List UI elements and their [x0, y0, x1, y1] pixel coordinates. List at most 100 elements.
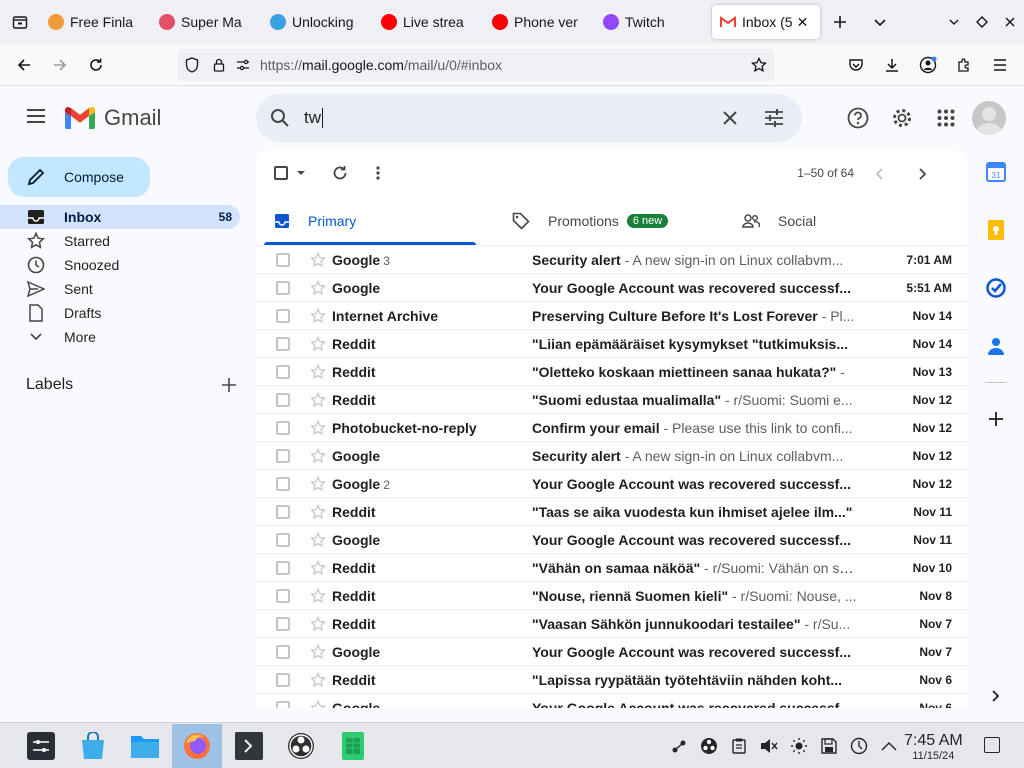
- tab-inbox-active[interactable]: Inbox (5 ✕: [712, 5, 820, 39]
- main-menu-button[interactable]: [20, 100, 52, 132]
- kde-connect-icon[interactable]: [668, 735, 690, 757]
- browser-tab[interactable]: Super Ma: [151, 5, 262, 39]
- clipboard-icon[interactable]: [728, 735, 750, 757]
- email-row[interactable]: Reddit "Suomi edustaa mualimalla" - r/Suo…: [256, 386, 968, 414]
- tab-promotions[interactable]: Promotions 6 new: [494, 196, 724, 245]
- forward-button[interactable]: [42, 47, 78, 83]
- digital-clock[interactable]: 7:45 AM 11/15/24: [904, 732, 963, 762]
- more-actions-button[interactable]: [376, 157, 380, 189]
- email-row[interactable]: Google Your Google Account was recovered …: [256, 694, 968, 708]
- reload-button[interactable]: [78, 47, 114, 83]
- pocket-button[interactable]: [838, 47, 874, 83]
- support-button[interactable]: [838, 100, 878, 136]
- star-icon[interactable]: [310, 671, 328, 688]
- star-icon[interactable]: [310, 419, 328, 436]
- star-icon[interactable]: [310, 643, 328, 660]
- email-row[interactable]: Google Your Google Account was recovered …: [256, 526, 968, 554]
- email-row[interactable]: Google Your Google Account was recovered …: [256, 638, 968, 666]
- get-addons-button[interactable]: [976, 397, 1016, 441]
- star-icon[interactable]: [310, 307, 328, 324]
- email-row[interactable]: Internet Archive Preserving Culture Befor…: [256, 302, 968, 330]
- row-checkbox[interactable]: [276, 560, 290, 575]
- address-bar[interactable]: https://mail.google.com/mail/u/0/#inbox: [178, 49, 774, 81]
- gmail-logo[interactable]: Gmail: [64, 105, 161, 131]
- account-button[interactable]: [910, 47, 946, 83]
- email-row[interactable]: Google 3 Security alert - A new sign-in on…: [256, 246, 968, 274]
- sidebar-item-inbox[interactable]: Inbox 58: [0, 205, 240, 229]
- shield-icon[interactable]: [178, 57, 206, 73]
- show-side-panel-button[interactable]: [976, 674, 1016, 718]
- browser-tab[interactable]: Live strea: [373, 5, 484, 39]
- account-avatar[interactable]: [972, 101, 1006, 135]
- tab-primary[interactable]: Primary: [256, 196, 494, 245]
- spreadsheet-button[interactable]: [328, 724, 378, 768]
- row-checkbox[interactable]: [276, 616, 290, 631]
- star-icon[interactable]: [310, 279, 328, 296]
- obs-tray-icon[interactable]: [698, 735, 720, 757]
- clear-search-icon[interactable]: [708, 111, 752, 125]
- browser-tab[interactable]: Phone ver: [484, 5, 595, 39]
- firefox-taskbar-button[interactable]: [172, 723, 222, 768]
- discover-store-button[interactable]: [68, 724, 118, 768]
- contacts-button[interactable]: [976, 324, 1016, 368]
- app-launcher-button[interactable]: [16, 724, 66, 768]
- row-checkbox[interactable]: [276, 588, 290, 603]
- close-tab-icon[interactable]: ✕: [797, 14, 809, 31]
- app-menu-button[interactable]: [982, 47, 1018, 83]
- star-icon[interactable]: [310, 251, 328, 268]
- back-button[interactable]: [6, 47, 42, 83]
- row-checkbox[interactable]: [276, 420, 290, 435]
- newer-page-button[interactable]: [864, 158, 894, 190]
- email-row[interactable]: Reddit "Liian epämääräiset kysymykset "tu…: [256, 330, 968, 358]
- brightness-icon[interactable]: [788, 735, 810, 757]
- row-checkbox[interactable]: [276, 392, 290, 407]
- row-checkbox[interactable]: [276, 476, 290, 491]
- sidebar-item-snoozed[interactable]: Snoozed: [0, 253, 240, 277]
- search-bar[interactable]: tw: [256, 94, 802, 142]
- browser-tab[interactable]: Unlocking: [262, 5, 373, 39]
- url-text[interactable]: https://mail.google.com/mail/u/0/#inbox: [260, 57, 502, 73]
- volume-muted-icon[interactable]: [758, 735, 780, 757]
- row-checkbox[interactable]: [276, 448, 290, 463]
- search-icon[interactable]: [256, 108, 304, 128]
- row-checkbox[interactable]: [276, 532, 290, 547]
- row-checkbox[interactable]: [276, 336, 290, 351]
- star-icon[interactable]: [310, 391, 328, 408]
- email-row[interactable]: Reddit "Lapissa ryypätään työtehtäviin nä…: [256, 666, 968, 694]
- email-row[interactable]: Reddit "Oletteko koskaan miettineen sanaa…: [256, 358, 968, 386]
- sidebar-item-sent[interactable]: Sent: [0, 277, 240, 301]
- star-icon[interactable]: [310, 475, 328, 492]
- create-label-button[interactable]: [222, 378, 236, 392]
- tab-social[interactable]: Social: [724, 196, 964, 245]
- row-checkbox[interactable]: [276, 308, 290, 323]
- calendar-button[interactable]: 31: [976, 150, 1016, 194]
- row-checkbox[interactable]: [276, 364, 290, 379]
- compose-button[interactable]: Compose: [8, 157, 150, 197]
- extensions-button[interactable]: [946, 47, 982, 83]
- email-row[interactable]: Reddit "Nouse, riennä Suomen kieli" - r/S…: [256, 582, 968, 610]
- permissions-icon[interactable]: [232, 59, 254, 71]
- google-apps-button[interactable]: [926, 100, 966, 136]
- settings-button[interactable]: [882, 100, 922, 136]
- row-checkbox[interactable]: [276, 252, 290, 267]
- tray-expand-icon[interactable]: [878, 735, 900, 757]
- email-row[interactable]: Google Security alert - A new sign-in on …: [256, 442, 968, 470]
- caret-down-icon[interactable]: [296, 170, 306, 176]
- search-options-icon[interactable]: [752, 109, 796, 127]
- maximize-window-button[interactable]: [968, 0, 996, 44]
- list-all-tabs-button[interactable]: [860, 0, 900, 44]
- sidebar-item-drafts[interactable]: Drafts: [0, 301, 240, 325]
- email-row[interactable]: Google Your Google Account was recovered …: [256, 274, 968, 302]
- star-icon[interactable]: [310, 503, 328, 520]
- update-icon[interactable]: [848, 735, 870, 757]
- row-checkbox[interactable]: [276, 644, 290, 659]
- email-row[interactable]: Photobucket-no-reply Confirm your email -…: [256, 414, 968, 442]
- select-all-checkbox[interactable]: [274, 157, 306, 189]
- star-icon[interactable]: [310, 363, 328, 380]
- star-icon[interactable]: [310, 335, 328, 352]
- konsole-button[interactable]: [224, 724, 274, 768]
- search-input[interactable]: tw: [304, 108, 708, 129]
- star-icon[interactable]: [310, 531, 328, 548]
- file-manager-button[interactable]: [120, 724, 170, 768]
- row-checkbox[interactable]: [276, 504, 290, 519]
